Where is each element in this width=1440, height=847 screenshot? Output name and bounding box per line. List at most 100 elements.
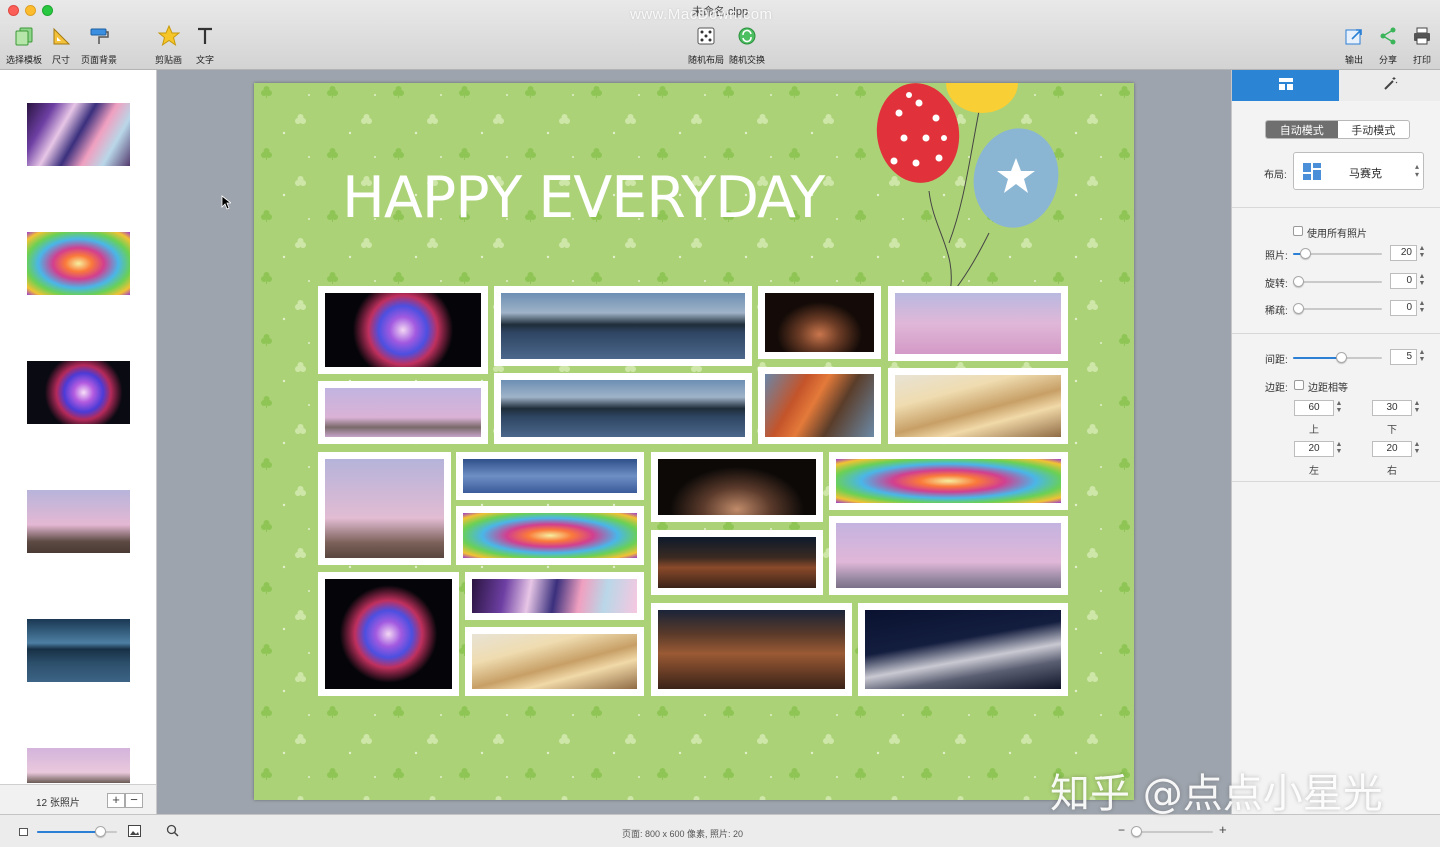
photo-thumbnail[interactable] — [27, 103, 130, 166]
print-icon — [1410, 24, 1434, 48]
layout-label: 布局: — [1264, 170, 1287, 181]
canvas-zoom-knob[interactable] — [1131, 826, 1142, 837]
spacing-label: 间距: — [1265, 355, 1288, 366]
collage-photo[interactable] — [318, 452, 451, 565]
page-info-status: 页面: 800 x 600 像素, 照片: 20 — [621, 829, 744, 839]
tab-tools[interactable] — [1339, 70, 1440, 101]
export-label: 输出 — [1344, 55, 1363, 65]
collage-photo[interactable] — [758, 286, 881, 359]
collage-photo[interactable] — [651, 603, 852, 696]
sparse-slider-knob[interactable] — [1293, 303, 1304, 314]
select-template-button[interactable]: 选择模板 — [6, 24, 42, 66]
random-layout-button[interactable]: 随机布局 — [688, 24, 724, 66]
inspector-panel: 自动模式 手动模式 布局: 马赛克 ▴ ▾ 使用所有照片 照片: 20 ▲ ▼ 旋转… — [1231, 70, 1440, 814]
divider — [1232, 207, 1440, 208]
collage-photo[interactable] — [829, 452, 1068, 510]
text-button[interactable]: 文字 — [193, 24, 217, 66]
margin-left-stepper[interactable]: ▲ ▼ — [1335, 441, 1343, 457]
collage-photo[interactable] — [494, 286, 752, 366]
margin-top-field[interactable]: 60 — [1294, 400, 1334, 416]
collage-photo[interactable] — [651, 452, 823, 522]
margin-bottom-stepper[interactable]: ▲ ▼ — [1413, 400, 1421, 416]
collage-photo[interactable] — [456, 506, 644, 565]
sparse-stepper[interactable]: ▲ ▼ — [1418, 300, 1426, 316]
print-button[interactable]: 打印 — [1410, 24, 1434, 66]
collage-photo[interactable] — [888, 286, 1068, 361]
auto-mode-button[interactable]: 自动模式 — [1266, 121, 1338, 138]
page-background-button[interactable]: 页面背景 — [81, 24, 117, 66]
photo-list-footer: 12 张照片 + − — [0, 784, 156, 814]
photos-stepper[interactable]: ▲ ▼ — [1418, 245, 1426, 261]
layout-select[interactable]: 马赛克 ▴ ▾ — [1293, 152, 1424, 190]
margin-bottom-field[interactable]: 30 — [1372, 400, 1412, 416]
collage-photo[interactable] — [456, 452, 644, 500]
collage-canvas[interactable]: HAPPY EVERYDAY — [254, 83, 1134, 800]
rotation-slider[interactable] — [1293, 276, 1382, 287]
tab-layout[interactable] — [1232, 70, 1339, 101]
spacing-stepper[interactable]: ▲ ▼ — [1418, 349, 1426, 365]
collage-photo[interactable] — [465, 627, 644, 696]
use-all-photos-checkbox[interactable] — [1293, 226, 1303, 236]
collage-photo[interactable] — [318, 286, 488, 374]
margin-top-label: 上 — [1309, 425, 1319, 436]
add-photo-button[interactable]: + — [107, 793, 125, 808]
collage-photo[interactable] — [888, 368, 1068, 444]
photo-thumbnail[interactable] — [27, 361, 130, 424]
paint-roller-icon — [87, 24, 111, 48]
photos-slider-knob[interactable] — [1300, 248, 1311, 259]
spacing-slider-knob[interactable] — [1336, 352, 1347, 363]
photos-slider[interactable] — [1293, 248, 1382, 259]
rotation-stepper[interactable]: ▲ ▼ — [1418, 273, 1426, 289]
collage-photo[interactable] — [318, 572, 459, 696]
margin-label: 边距: — [1265, 383, 1288, 394]
canvas-zoom-slider[interactable] — [1131, 826, 1213, 837]
photo-thumbnail[interactable] — [27, 232, 130, 295]
page-background-label: 页面背景 — [81, 55, 118, 65]
photo-list-panel: 12 张照片 + − — [0, 70, 157, 814]
collage-photo[interactable] — [494, 373, 752, 444]
star-icon — [157, 24, 181, 48]
margin-right-field[interactable]: 20 — [1372, 441, 1412, 457]
share-icon — [1376, 24, 1400, 48]
collage-photo[interactable] — [318, 381, 488, 444]
text-label: 文字 — [195, 55, 214, 65]
clipart-button[interactable]: 剪贴画 — [155, 24, 182, 66]
spacing-value-field[interactable]: 5 — [1390, 349, 1417, 365]
photo-count: 12 张照片 — [36, 798, 80, 809]
rotation-slider-knob[interactable] — [1293, 276, 1304, 287]
remove-photo-button[interactable]: − — [125, 793, 143, 808]
collage-photo[interactable] — [465, 572, 644, 620]
size-button[interactable]: 尺寸 — [49, 24, 73, 66]
export-button[interactable]: 输出 — [1342, 24, 1366, 66]
sparse-slider[interactable] — [1293, 303, 1382, 314]
collage-photo[interactable] — [758, 367, 881, 444]
rotation-value-field[interactable]: 0 — [1390, 273, 1417, 289]
canvas-title-text[interactable]: HAPPY EVERYDAY — [342, 165, 825, 231]
select-template-label: 选择模板 — [6, 55, 43, 65]
margin-top-stepper[interactable]: ▲ ▼ — [1335, 400, 1343, 416]
share-button[interactable]: 分享 — [1376, 24, 1400, 66]
collage-photo[interactable] — [829, 516, 1068, 595]
zoom-out-button[interactable]: − — [1118, 823, 1125, 837]
mouse-cursor-icon — [221, 195, 231, 210]
margin-bottom-label: 下 — [1387, 425, 1397, 436]
random-swap-button[interactable]: 随机交换 — [729, 24, 765, 66]
photo-thumbnail[interactable] — [27, 619, 130, 682]
collage-photo[interactable] — [651, 530, 823, 595]
photo-thumbnail[interactable] — [27, 748, 130, 783]
equal-margins-checkbox[interactable] — [1294, 380, 1304, 390]
zoom-in-button[interactable]: + — [1219, 822, 1227, 837]
overlay-watermark: 知乎 @点点小星光 — [1050, 771, 1383, 817]
divider — [1232, 481, 1440, 482]
manual-mode-button[interactable]: 手动模式 — [1338, 121, 1410, 138]
margin-right-stepper[interactable]: ▲ ▼ — [1413, 441, 1421, 457]
margin-left-field[interactable]: 20 — [1294, 441, 1334, 457]
collage-photo[interactable] — [858, 603, 1068, 696]
balloons-clipart[interactable] — [864, 83, 1114, 313]
toolbar: 未命名.clpp www.MacDown.com 选择模板 尺寸 页面背景 剪贴… — [0, 0, 1440, 70]
photo-thumbnail[interactable] — [27, 490, 130, 553]
photos-value-field[interactable]: 20 — [1390, 245, 1417, 261]
sparse-value-field[interactable]: 0 — [1390, 300, 1417, 316]
random-layout-label: 随机布局 — [688, 55, 725, 65]
spacing-slider[interactable] — [1293, 352, 1382, 363]
